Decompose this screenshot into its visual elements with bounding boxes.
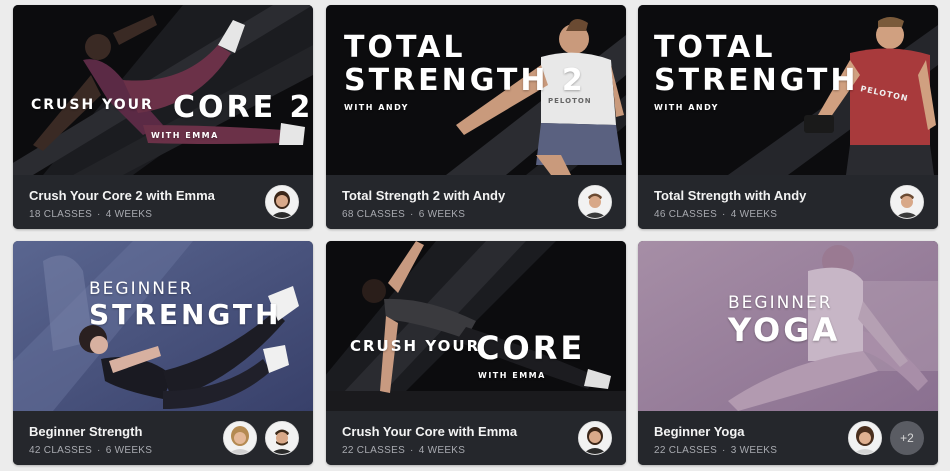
duration: 3 WEEKS [730, 445, 778, 456]
program-card-crush-your-core[interactable]: CRUSH YOUR CORE WITH EMMA Crush Your Cor… [326, 241, 626, 465]
program-meta: 18 CLASSES · 4 WEEKS [29, 209, 152, 220]
instructor-avatars [265, 185, 299, 219]
program-title: Beginner Strength [29, 424, 143, 439]
meta-separator: · [97, 445, 101, 456]
program-title: Crush Your Core 2 with Emma [29, 188, 215, 203]
instructor-avatar [890, 185, 924, 219]
class-count: 22 CLASSES [654, 445, 718, 456]
instructor-avatar [578, 421, 612, 455]
meta-separator: · [722, 445, 726, 456]
program-card-beginner-strength[interactable]: BEGINNER STRENGTH Beginner Strength 42 C… [13, 241, 313, 465]
banner-instructor: WITH ANDY [344, 103, 409, 112]
program-grid: CRUSH YOUR CORE 2 WITH EMMA Crush Your C… [0, 0, 950, 471]
program-title: Crush Your Core with Emma [342, 424, 518, 439]
banner-line2: YOGA [728, 311, 841, 349]
instructor-avatars [578, 185, 612, 219]
banner-line1: TOTAL [654, 30, 776, 65]
class-count: 22 CLASSES [342, 445, 406, 456]
banner-instructor: WITH EMMA [151, 131, 219, 140]
instructor-avatars [578, 421, 612, 455]
program-title: Beginner Yoga [654, 424, 745, 439]
program-banner: BEGINNER STRENGTH [13, 241, 313, 411]
more-instructors-badge[interactable]: +2 [890, 421, 924, 455]
shirt-logo: PELOTON [548, 97, 592, 105]
program-info: Crush Your Core 2 with Emma 18 CLASSES · 4… [13, 175, 313, 229]
banner-line2: CORE 2 [173, 90, 313, 125]
program-meta: 22 CLASSES · 3 WEEKS [654, 445, 777, 456]
program-card-beginner-yoga[interactable]: BEGINNER YOGA Beginner Yoga 22 CLASSES · 3… [638, 241, 938, 465]
class-count: 46 CLASSES [654, 209, 718, 220]
banner-line2: STRENGTH 2 [344, 63, 586, 98]
banner-line1: CRUSH YOUR [31, 97, 154, 113]
program-info: Beginner Yoga 22 CLASSES · 3 WEEKS +2 [638, 411, 938, 465]
instructor-avatars [890, 185, 924, 219]
program-meta: 68 CLASSES · 6 WEEKS [342, 209, 465, 220]
program-banner: PELOTON TOTAL STRENGTH 2 WITH ANDY [326, 5, 626, 175]
program-card-crush-your-core-2[interactable]: CRUSH YOUR CORE 2 WITH EMMA Crush Your C… [13, 5, 313, 229]
instructor-avatar [265, 421, 299, 455]
program-info: Beginner Strength 42 CLASSES · 6 WEEKS [13, 411, 313, 465]
program-title: Total Strength 2 with Andy [342, 188, 506, 203]
program-info: Crush Your Core with Emma 22 CLASSES · 4 W… [326, 411, 626, 465]
banner-line2: STRENGTH [89, 298, 282, 331]
meta-separator: · [97, 209, 101, 220]
meta-separator: · [410, 209, 414, 220]
banner-line2: STRENGTH [654, 63, 859, 98]
duration: 4 WEEKS [105, 209, 153, 220]
duration: 4 WEEKS [730, 209, 778, 220]
program-meta: 42 CLASSES · 6 WEEKS [29, 445, 152, 456]
program-banner: CRUSH YOUR CORE WITH EMMA [326, 241, 626, 411]
program-banner: PELOTON TOTAL STRENGTH WITH ANDY [638, 5, 938, 175]
instructor-avatar [848, 421, 882, 455]
program-card-total-strength-2[interactable]: PELOTON TOTAL STRENGTH 2 WITH ANDY Total… [326, 5, 626, 229]
instructor-avatars: +2 [848, 421, 924, 455]
class-count: 68 CLASSES [342, 209, 406, 220]
program-meta: 46 CLASSES · 4 WEEKS [654, 209, 777, 220]
program-banner: CRUSH YOUR CORE 2 WITH EMMA [13, 5, 313, 175]
duration: 6 WEEKS [105, 445, 153, 456]
meta-separator: · [410, 445, 414, 456]
program-card-total-strength[interactable]: PELOTON TOTAL STRENGTH WITH ANDY Total S… [638, 5, 938, 229]
banner-instructor: WITH EMMA [478, 371, 546, 380]
program-info: Total Strength 2 with Andy 68 CLASSES · 6 … [326, 175, 626, 229]
program-meta: 22 CLASSES · 4 WEEKS [342, 445, 465, 456]
banner-line1: BEGINNER [89, 279, 194, 299]
instructor-avatars [223, 421, 299, 455]
banner-line1: BEGINNER [728, 293, 833, 313]
duration: 4 WEEKS [418, 445, 466, 456]
instructor-avatar [223, 421, 257, 455]
program-info: Total Strength with Andy 46 CLASSES · 4 WE… [638, 175, 938, 229]
duration: 6 WEEKS [418, 209, 466, 220]
program-title: Total Strength with Andy [654, 188, 807, 203]
instructor-avatar [578, 185, 612, 219]
banner-instructor: WITH ANDY [654, 103, 719, 112]
program-banner: BEGINNER YOGA [638, 241, 938, 411]
banner-line1: CRUSH YOUR [350, 337, 481, 355]
class-count: 18 CLASSES [29, 209, 93, 220]
class-count: 42 CLASSES [29, 445, 93, 456]
banner-line1: TOTAL [344, 30, 466, 65]
meta-separator: · [722, 209, 726, 220]
banner-line2: CORE [476, 329, 586, 367]
instructor-avatar [265, 185, 299, 219]
